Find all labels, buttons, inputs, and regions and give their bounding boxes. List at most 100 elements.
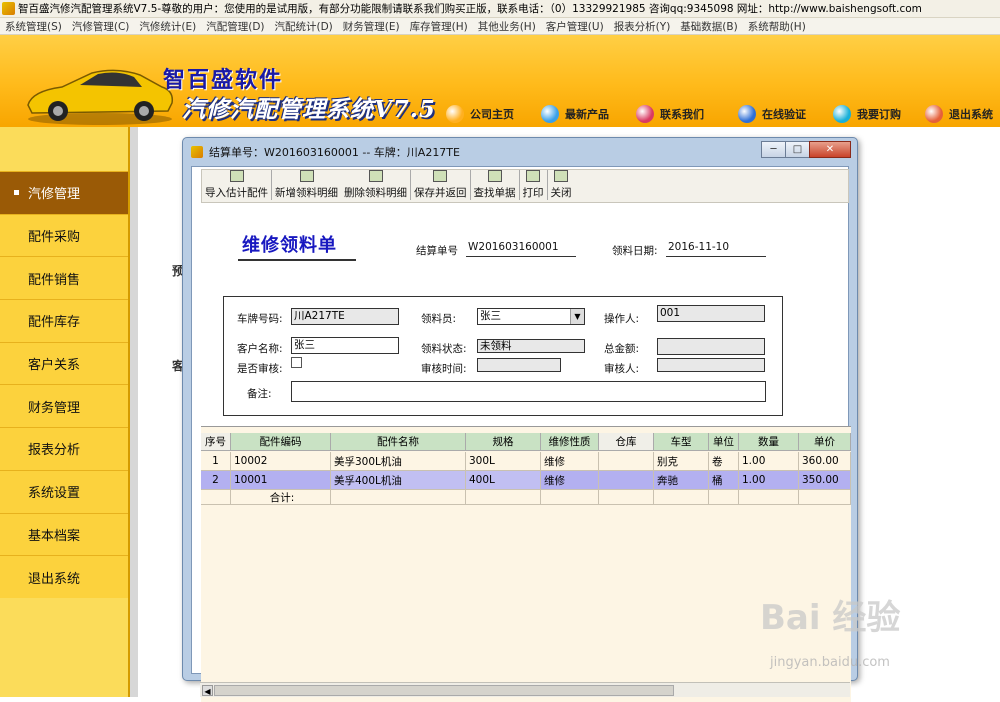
topnav-contact-link[interactable]: 联系我们 — [636, 105, 704, 123]
grid-column-header[interactable]: 车型 — [654, 433, 709, 451]
menu-item[interactable]: 报表分析(Y) — [609, 19, 676, 34]
grid-cell[interactable]: 1.00 — [739, 452, 799, 471]
grid-column-header[interactable]: 配件名称 — [331, 433, 466, 451]
grid-column-header[interactable]: 序号 — [201, 433, 231, 451]
grid-column-header[interactable]: 配件编码 — [231, 433, 331, 451]
minimize-button[interactable]: ─ — [761, 141, 786, 158]
scroll-thumb[interactable] — [214, 685, 674, 696]
grid-cell[interactable]: 2 — [201, 471, 231, 490]
grid-cell[interactable]: 300L — [466, 452, 541, 471]
maximize-button[interactable]: □ — [785, 141, 810, 158]
menu-item[interactable]: 其他业务(H) — [473, 19, 541, 34]
grid-cell[interactable]: 美孚400L机油 — [331, 471, 466, 490]
pinwheel-icon — [541, 105, 559, 123]
menu-item[interactable]: 汽修统计(E) — [134, 19, 201, 34]
grid-column-header[interactable]: 数量 — [739, 433, 799, 451]
audit-time-field[interactable] — [477, 358, 561, 372]
audited-checkbox[interactable] — [291, 357, 302, 368]
dialog-client: 导入估计配件 新增领料明细 删除领料明细 保存并返回 查找单据 打印 关闭 维修领料单 结算… — [191, 166, 851, 702]
print-button[interactable]: 打印 — [520, 170, 548, 200]
form-title: 维修领料单 — [242, 235, 337, 256]
grid-cell[interactable]: 桶 — [709, 471, 739, 490]
grid-cell[interactable]: 维修 — [541, 452, 599, 471]
menu-item[interactable]: 财务管理(E) — [338, 19, 405, 34]
table-row[interactable]: 1 10002 美孚300L机油 300L 维修 别克卷 1.00 360.00 — [201, 452, 851, 471]
add-detail-button[interactable]: 新增领料明细 — [272, 170, 341, 200]
grid-cell — [201, 490, 231, 505]
menu-item[interactable]: 汽修管理(C) — [67, 19, 135, 34]
sidebar-item[interactable]: 汽修管理 — [0, 171, 128, 214]
grid-cell[interactable]: 350.00 — [799, 471, 851, 490]
menu-item[interactable]: 客户管理(U) — [541, 19, 609, 34]
plate-label: 车牌号码: — [237, 313, 283, 325]
find-button[interactable]: 查找单据 — [471, 170, 520, 200]
table-row[interactable]: 2 10001 美孚400L机油 400L 维修 奔驰桶 1.00 350.00 — [201, 471, 851, 490]
menu-item[interactable]: 基础数据(B) — [675, 19, 742, 34]
save-button[interactable]: 保存并返回 — [411, 170, 471, 200]
sidebar-item[interactable]: 配件销售 — [0, 256, 128, 300]
topnav-home-link[interactable]: 公司主页 — [446, 105, 514, 123]
topnav-verify-link[interactable]: 在线验证 — [738, 105, 806, 123]
grid-column-header[interactable]: 单价 — [799, 433, 851, 451]
menu-item[interactable]: 库存管理(H) — [405, 19, 473, 34]
grid-cell[interactable]: 奔驰 — [654, 471, 709, 490]
grid-cell[interactable]: 美孚300L机油 — [331, 452, 466, 471]
brand-product-name: 汽修汽配管理系统V7.5 — [182, 96, 436, 123]
topnav-label: 最新产品 — [565, 108, 609, 121]
operator-field[interactable]: 001 — [657, 305, 765, 322]
scroll-left-icon[interactable]: ◀ — [202, 685, 213, 696]
horizontal-scrollbar[interactable]: ◀ — [200, 682, 850, 697]
grid-column-header[interactable]: 规格 — [466, 433, 541, 451]
status-field[interactable]: 未领料 — [477, 339, 585, 353]
dropdown-arrow-icon[interactable]: ▼ — [570, 309, 584, 324]
menu-bar: 系统管理(S) 汽修管理(C) 汽修统计(E) 汽配管理(D) 汽配统计(D) 财务管理(… — [0, 18, 1000, 35]
sidebar-item[interactable]: 系统设置 — [0, 469, 128, 513]
grid-cell — [331, 490, 466, 505]
sidebar-item[interactable]: 配件库存 — [0, 299, 128, 342]
menu-item[interactable]: 系统帮助(H) — [743, 19, 811, 34]
topnav-pinwheel-link[interactable]: 最新产品 — [541, 105, 609, 123]
total-field[interactable] — [657, 338, 765, 355]
menu-item[interactable]: 系统管理(S) — [0, 19, 67, 34]
close-button[interactable]: ✕ — [809, 141, 851, 158]
grid-cell[interactable] — [599, 452, 654, 471]
grid-cell[interactable]: 1.00 — [739, 471, 799, 490]
grid-cell[interactable]: 10001 — [231, 471, 331, 490]
sidebar-item[interactable]: 报表分析 — [0, 427, 128, 470]
sidebar-item-label: 报表分析 — [28, 443, 81, 459]
grid-column-header[interactable]: 仓库 — [599, 433, 654, 451]
save-icon — [433, 170, 448, 182]
sidebar-item[interactable]: 配件采购 — [0, 213, 128, 257]
toolbar-button-label: 新增领料明细 — [275, 187, 338, 199]
sidebar-item[interactable]: 基本档案 — [0, 512, 128, 556]
sidebar-item[interactable]: 财务管理 — [0, 384, 128, 428]
grid-cell[interactable]: 360.00 — [799, 452, 851, 471]
grid-cell[interactable]: 别克 — [654, 452, 709, 471]
sidebar-item[interactable]: 客户关系 — [0, 341, 128, 385]
menu-item[interactable]: 汽配管理(D) — [201, 19, 269, 34]
topnav-exit-link[interactable]: 退出系统 — [925, 105, 993, 123]
grid-cell[interactable]: 400L — [466, 471, 541, 490]
auditor-field[interactable] — [657, 358, 765, 372]
topnav-order-link[interactable]: 我要订购 — [833, 105, 901, 123]
grid-cell[interactable]: 10002 — [231, 452, 331, 471]
delete-detail-button[interactable]: 删除领料明细 — [341, 170, 411, 200]
dialog-titlebar: 结算单号：W201603160001 -- 车牌：川A217TE — [183, 138, 857, 166]
plate-field[interactable]: 川A217TE — [291, 308, 399, 325]
grid-column-header[interactable]: 维修性质 — [541, 433, 599, 451]
picker-select[interactable]: 张三 ▼ — [477, 308, 585, 325]
sidebar-item[interactable]: 退出系统 — [0, 555, 128, 598]
grid-cell[interactable]: 1 — [201, 452, 231, 471]
grid-column-header[interactable]: 单位 — [709, 433, 739, 451]
toolbar-button-label: 删除领料明细 — [344, 187, 407, 199]
import-button[interactable]: 导入估计配件 — [202, 170, 272, 200]
grid-cell[interactable]: 维修 — [541, 471, 599, 490]
customer-field[interactable]: 张三 — [291, 337, 399, 354]
watermark-url: jingyan.baidu.com — [770, 655, 890, 670]
grid-cell — [599, 490, 654, 505]
grid-cell[interactable] — [599, 471, 654, 490]
grid-cell[interactable]: 卷 — [709, 452, 739, 471]
remark-field[interactable] — [291, 381, 766, 402]
close-door-button[interactable]: 关闭 — [548, 170, 575, 200]
menu-item[interactable]: 汽配统计(D) — [270, 19, 338, 34]
